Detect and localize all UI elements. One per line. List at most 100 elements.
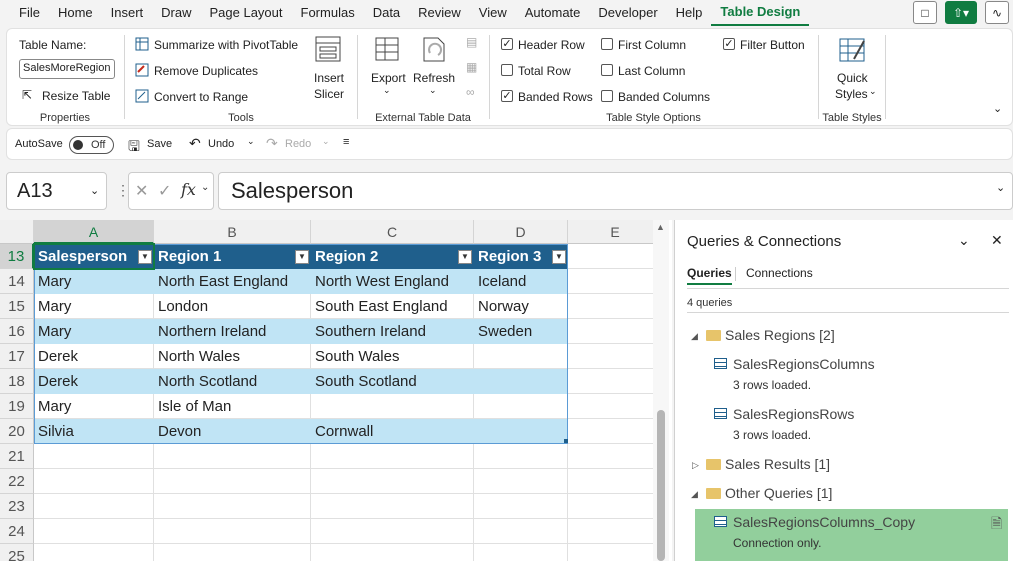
open-browser-icon[interactable]: ▦ [466,60,477,74]
expand-formula-icon[interactable]: ⌄ [996,181,1005,194]
menu-review[interactable]: Review [409,0,470,26]
row-header[interactable]: 14 [0,269,34,294]
cell[interactable] [154,519,311,544]
table-cell[interactable]: North West England [311,269,474,294]
cell[interactable] [568,269,663,294]
chevron-down-icon[interactable]: ⌄ [90,184,99,197]
menu-insert[interactable]: Insert [102,0,153,26]
menu-page-layout[interactable]: Page Layout [201,0,292,26]
table-cell[interactable]: North East England [154,269,311,294]
cell[interactable] [568,294,663,319]
column-header-a[interactable]: A [34,220,154,244]
expand-triangle-icon[interactable]: ◢ [691,489,698,500]
header-row-checkbox[interactable]: ✓ [501,38,513,50]
row-header[interactable]: 18 [0,369,34,394]
resize-table-button[interactable]: Resize Table [42,89,110,103]
insert-slicer-label-2[interactable]: Slicer [314,87,344,101]
chevron-down-icon[interactable]: ⌄ [383,85,391,96]
cancel-icon[interactable]: ✕ [135,181,148,201]
formula-input[interactable]: Salesperson [218,172,1013,210]
cell[interactable] [311,469,474,494]
table-cell[interactable] [474,369,568,394]
save-icon[interactable]: 🖫 [128,136,140,160]
table-cell[interactable]: North Scotland [154,369,311,394]
cell[interactable] [154,444,311,469]
column-header-e[interactable]: E [568,220,663,244]
collapsed-triangle-icon[interactable]: ▷ [692,460,699,471]
menu-table-design[interactable]: Table Design [711,0,810,26]
filter-dropdown-icon[interactable]: ▼ [295,250,309,264]
table-cell[interactable]: Cornwall [311,419,474,444]
table-cell[interactable]: Northern Ireland [154,319,311,344]
chevron-down-icon[interactable]: ⌄ [201,182,209,193]
cell[interactable] [474,519,568,544]
cell[interactable] [474,494,568,519]
row-header[interactable]: 23 [0,494,34,519]
customize-qat-icon[interactable]: ≡ [343,136,349,148]
menu-file[interactable]: File [0,0,49,26]
quick-styles-label-1[interactable]: Quick [837,71,868,85]
cell[interactable] [568,394,663,419]
menu-home[interactable]: Home [49,0,102,26]
refresh-button[interactable]: Refresh [413,71,455,85]
vertical-scrollbar[interactable]: ▲ [653,220,669,561]
table-cell[interactable]: London [154,294,311,319]
menu-view[interactable]: View [470,0,516,26]
table-cell[interactable] [474,344,568,369]
undo-button[interactable]: Undo [208,138,234,150]
table-cell[interactable]: South Scotland [311,369,474,394]
cell[interactable] [568,369,663,394]
menu-automate[interactable]: Automate [516,0,590,26]
cell[interactable] [154,544,311,561]
cell[interactable] [568,344,663,369]
table-cell[interactable]: Devon [154,419,311,444]
folder-sales-results[interactable]: Sales Results [1] [725,456,830,472]
table-cell[interactable]: Mary [34,394,154,419]
row-header[interactable]: 21 [0,444,34,469]
tab-queries[interactable]: Queries [687,266,732,285]
row-header[interactable]: 20 [0,419,34,444]
tab-connections[interactable]: Connections [746,266,813,280]
save-button[interactable]: Save [147,138,172,150]
table-cell[interactable] [474,419,568,444]
table-name-input[interactable]: SalesMoreRegion [19,59,115,79]
expand-triangle-icon[interactable]: ◢ [691,331,698,342]
table-cell[interactable] [474,394,568,419]
properties-icon[interactable]: ▤ [466,35,477,49]
column-header-d[interactable]: D [474,220,568,244]
cell[interactable] [568,494,663,519]
table-cell[interactable]: Silvia [34,419,154,444]
cell[interactable] [568,544,663,561]
column-header-b[interactable]: B [154,220,311,244]
undo-icon[interactable]: ↶ [189,135,201,152]
cell[interactable] [474,444,568,469]
table-cell[interactable]: Sweden [474,319,568,344]
function-icon[interactable]: fx [181,180,196,199]
cell[interactable] [311,494,474,519]
table-header-cell[interactable]: Salesperson ▼ [34,244,154,269]
row-header[interactable]: 15 [0,294,34,319]
cell[interactable] [311,544,474,561]
query-name[interactable]: SalesRegionsRows [733,406,854,422]
row-header[interactable]: 13 [0,244,34,269]
scroll-up-icon[interactable]: ▲ [656,222,665,232]
collapse-ribbon-icon[interactable]: ⌄ [993,102,1002,115]
menu-formulas[interactable]: Formulas [292,0,364,26]
menu-help[interactable]: Help [667,0,712,26]
row-header[interactable]: 25 [0,544,34,561]
cell[interactable] [154,469,311,494]
select-all-corner[interactable] [0,220,34,244]
banded-columns-checkbox[interactable] [601,90,613,102]
total-row-checkbox[interactable] [501,64,513,76]
table-cell[interactable]: Iceland [474,269,568,294]
row-header[interactable]: 17 [0,344,34,369]
table-cell[interactable]: South Wales [311,344,474,369]
query-name[interactable]: SalesRegionsColumns [733,356,875,372]
table-cell[interactable] [311,394,474,419]
last-column-checkbox[interactable] [601,64,613,76]
table-cell[interactable]: Isle of Man [154,394,311,419]
cell[interactable] [311,519,474,544]
filter-dropdown-icon[interactable]: ▼ [458,250,472,264]
chevron-down-icon[interactable]: ⌄ [958,232,970,249]
menu-draw[interactable]: Draw [152,0,200,26]
